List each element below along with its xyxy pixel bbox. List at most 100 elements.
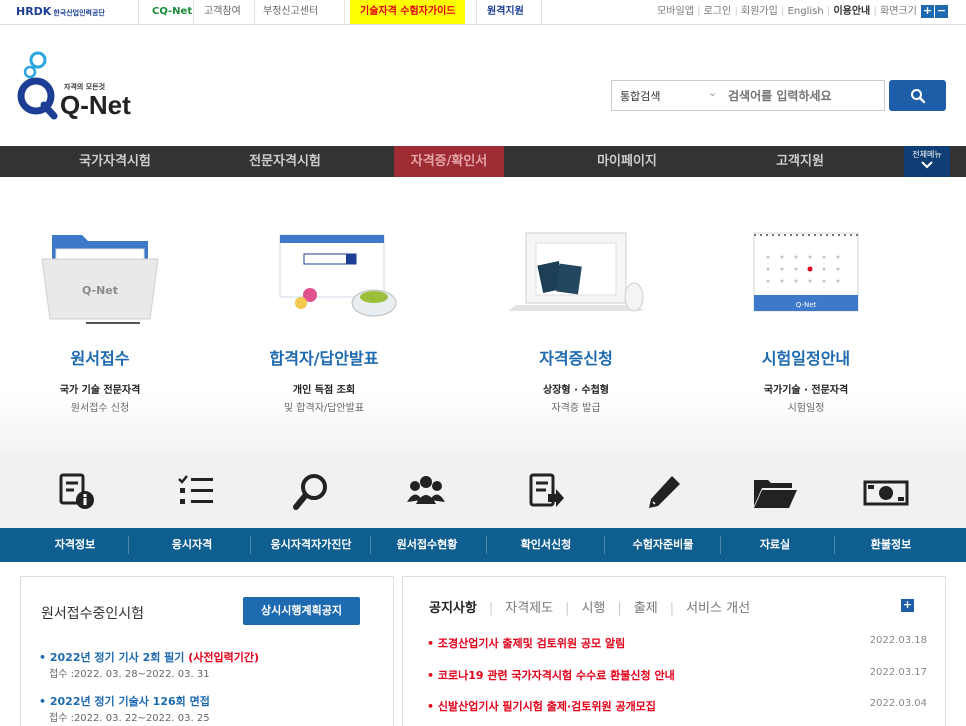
service-cards: Q-Net 원서접수 국가 기술 전문자격 원서접수 신청 합격자/답안발표 개… bbox=[0, 177, 966, 452]
logo-name: Q-Net bbox=[60, 90, 131, 120]
search-scope-select[interactable]: 통합검색 bbox=[620, 88, 660, 104]
service-line1: 개인 득점 조회 bbox=[292, 385, 356, 396]
cqnet-logo[interactable]: CQ-Net bbox=[152, 0, 192, 24]
tab-notices[interactable]: 공지사항 bbox=[429, 597, 477, 616]
application-illustration: Q-Net bbox=[0, 177, 200, 324]
folder-icon[interactable] bbox=[752, 472, 798, 512]
top-link-fraud-report[interactable]: 부정신고센터 bbox=[263, 0, 318, 24]
service-line2: 및 합격자/답안발표 bbox=[283, 403, 365, 414]
more-notices-button[interactable]: + bbox=[901, 599, 914, 612]
checklist-icon[interactable] bbox=[176, 472, 216, 512]
notice-date: 2022.03.04 bbox=[869, 698, 927, 709]
usage-guide-link[interactable]: 이용안내 bbox=[833, 6, 870, 17]
tab-qualification-system[interactable]: 자격제도 bbox=[505, 597, 553, 616]
quick-menu-item[interactable]: 확인서신청 bbox=[487, 528, 605, 562]
nav-mypage[interactable]: 마이페이지 bbox=[552, 146, 702, 177]
tab-question-setting[interactable]: 출제 bbox=[634, 597, 658, 616]
search-button[interactable] bbox=[889, 80, 946, 111]
quick-menu-icons bbox=[0, 452, 966, 528]
certificate-illustration bbox=[476, 177, 676, 312]
service-title: 원서접수 bbox=[70, 349, 130, 368]
pencil-icon[interactable] bbox=[644, 472, 684, 512]
service-application[interactable]: Q-Net 원서접수 국가 기술 전문자격 원서접수 신청 bbox=[0, 177, 200, 414]
divider bbox=[138, 0, 139, 24]
money-icon[interactable] bbox=[862, 472, 910, 512]
notice-date: 2022.03.17 bbox=[869, 667, 927, 678]
service-line1: 상장형 · 수첩형 bbox=[543, 385, 609, 396]
quick-menu-item[interactable]: 수험자준비물 bbox=[604, 528, 722, 562]
service-line2: 원서접수 신청 bbox=[70, 403, 130, 414]
mobile-app-link[interactable]: 모바일앱 bbox=[657, 6, 694, 17]
tab-service-improvement[interactable]: 서비스 개선 bbox=[686, 597, 750, 616]
chevron-down-icon bbox=[921, 161, 933, 169]
font-size-minus-button[interactable]: − bbox=[935, 4, 948, 18]
service-certificate[interactable]: 자격증신청 상장형 · 수첩형 자격증 발급 bbox=[476, 177, 676, 414]
divider bbox=[193, 0, 194, 24]
quick-menu-item[interactable]: 원서접수현황 bbox=[368, 528, 486, 562]
schedule-illustration: Q-Net bbox=[706, 177, 906, 312]
notice-item[interactable]: • 신발산업기사 필기시험 출제·검토위원 공개모집 2022.03.04 bbox=[427, 698, 927, 716]
notice-title: • 조경산업기사 출제및 검토위원 공모 알림 bbox=[427, 637, 626, 650]
hrdk-logo-text: HRDK bbox=[16, 5, 52, 18]
exam-item[interactable]: • 2022년 정기 기사 2회 필기 (사전입력기간) 접수 :2022. 0… bbox=[39, 649, 259, 680]
divider bbox=[250, 536, 251, 554]
quick-menu-item[interactable]: 자료실 bbox=[716, 528, 834, 562]
divider bbox=[254, 0, 255, 24]
magnifier-icon[interactable] bbox=[292, 472, 332, 512]
notice-panel: 공지사항 | 자격제도 | 시행 | 출제 | 서비스 개선 + • 조경산업기사 출제및 검토… bbox=[402, 576, 946, 726]
exam-period: 접수 :2022. 03. 28~2022. 03. 31 bbox=[49, 669, 210, 680]
top-utility-bar: HRDK 한국산업인력공단 CQ-Net 고객참여 부정신고센터 기술자격 수험자… bbox=[0, 0, 966, 25]
search-icon bbox=[910, 88, 925, 103]
exam-item[interactable]: • 2022년 정기 기술사 126회 면접 접수 :2022. 03. 22~… bbox=[39, 693, 210, 724]
service-line2: 자격증 발급 bbox=[551, 403, 601, 414]
top-link-remote-support[interactable]: 원격지원 bbox=[487, 0, 524, 24]
exam-title: • 2022년 정기 기사 2회 필기 bbox=[39, 651, 189, 664]
quick-menu-item[interactable]: 응시자격 bbox=[133, 528, 251, 562]
nav-certificate[interactable]: 자격증/확인서 bbox=[394, 146, 504, 177]
panel-title: 원서접수중인시험 bbox=[41, 606, 145, 622]
service-line2: 시험일정 bbox=[787, 403, 825, 414]
service-schedule[interactable]: Q-Net 시험일정안내 국가기술 · 전문자격 시험일정 bbox=[706, 177, 906, 414]
all-menu-button[interactable]: 전체메뉴 bbox=[904, 146, 950, 177]
notice-item[interactable]: • 코로나19 관련 국가자격시험 수수료 환불신청 안내 2022.03.17 bbox=[427, 667, 927, 685]
document-arrow-icon[interactable] bbox=[526, 472, 566, 512]
notice-item[interactable]: • 조경산업기사 출제및 검토위원 공모 알림 2022.03.18 bbox=[427, 635, 927, 653]
quick-menu-bar: 자격정보 응시자격 응시자격자가진단 원서접수현황 확인서신청 수험자준비물 자… bbox=[0, 528, 966, 562]
nav-professional-exam[interactable]: 전문자격시험 bbox=[210, 146, 360, 177]
chevron-down-icon[interactable]: ⌄ bbox=[708, 86, 717, 99]
top-link-customer[interactable]: 고객참여 bbox=[204, 0, 241, 24]
english-link[interactable]: English bbox=[788, 6, 824, 17]
service-title: 합격자/답안발표 bbox=[269, 349, 379, 368]
people-icon[interactable] bbox=[406, 472, 446, 512]
nav-customer-support[interactable]: 고객지원 bbox=[725, 146, 875, 177]
quick-menu-item[interactable]: 환불정보 bbox=[832, 528, 950, 562]
exam-note: (사전입력기간) bbox=[188, 651, 260, 664]
hrdk-logo[interactable]: HRDK 한국산업인력공단 bbox=[16, 0, 105, 24]
exam-application-panel: 원서접수중인시험 상시시행계획공지 • 2022년 정기 기사 2회 필기 (사… bbox=[20, 576, 394, 726]
top-link-exam-guide[interactable]: 기술자격 수험자가이드 bbox=[350, 0, 466, 24]
quick-menu-item[interactable]: 자격정보 bbox=[16, 528, 134, 562]
quick-menu-item[interactable]: 응시자격자가진단 bbox=[252, 528, 370, 562]
signup-link[interactable]: 회원가입 bbox=[741, 6, 778, 17]
service-title: 시험일정안내 bbox=[761, 349, 851, 368]
divider bbox=[541, 0, 542, 24]
hrdk-logo-sub: 한국산업인력공단 bbox=[53, 9, 105, 17]
nav-national-exam[interactable]: 국가자격시험 bbox=[40, 146, 190, 177]
main-navigation: 국가자격시험 전문자격시험 자격증/확인서 마이페이지 고객지원 bbox=[0, 146, 966, 177]
qnet-home-page: HRDK 한국산업인력공단 CQ-Net 고객참여 부정신고센터 기술자격 수험자… bbox=[0, 0, 966, 726]
regular-exam-notice-button[interactable]: 상시시행계획공지 bbox=[243, 597, 360, 625]
login-link[interactable]: 로그인 bbox=[704, 6, 732, 17]
service-results[interactable]: 합격자/답안발표 개인 득점 조회 및 합격자/답안발표 bbox=[224, 177, 424, 414]
divider bbox=[476, 0, 477, 24]
divider bbox=[128, 536, 129, 554]
info-document-icon[interactable] bbox=[56, 472, 96, 512]
search-box: 통합검색 ⌄ bbox=[611, 80, 885, 111]
svg-text:Q-Net: Q-Net bbox=[796, 301, 817, 309]
font-size-plus-button[interactable]: + bbox=[921, 4, 934, 18]
tab-implementation[interactable]: 시행 bbox=[581, 597, 605, 616]
search-input[interactable] bbox=[728, 81, 883, 110]
top-right-links: 모바일앱 | 로그인 | 회원가입 | English | 이용안내 | 화면크… bbox=[657, 3, 948, 18]
all-menu-label: 전체메뉴 bbox=[912, 150, 942, 159]
svg-text:Q-Net: Q-Net bbox=[82, 284, 118, 297]
qnet-logo[interactable]: 자격의 모든것 Q-Net bbox=[16, 50, 136, 125]
